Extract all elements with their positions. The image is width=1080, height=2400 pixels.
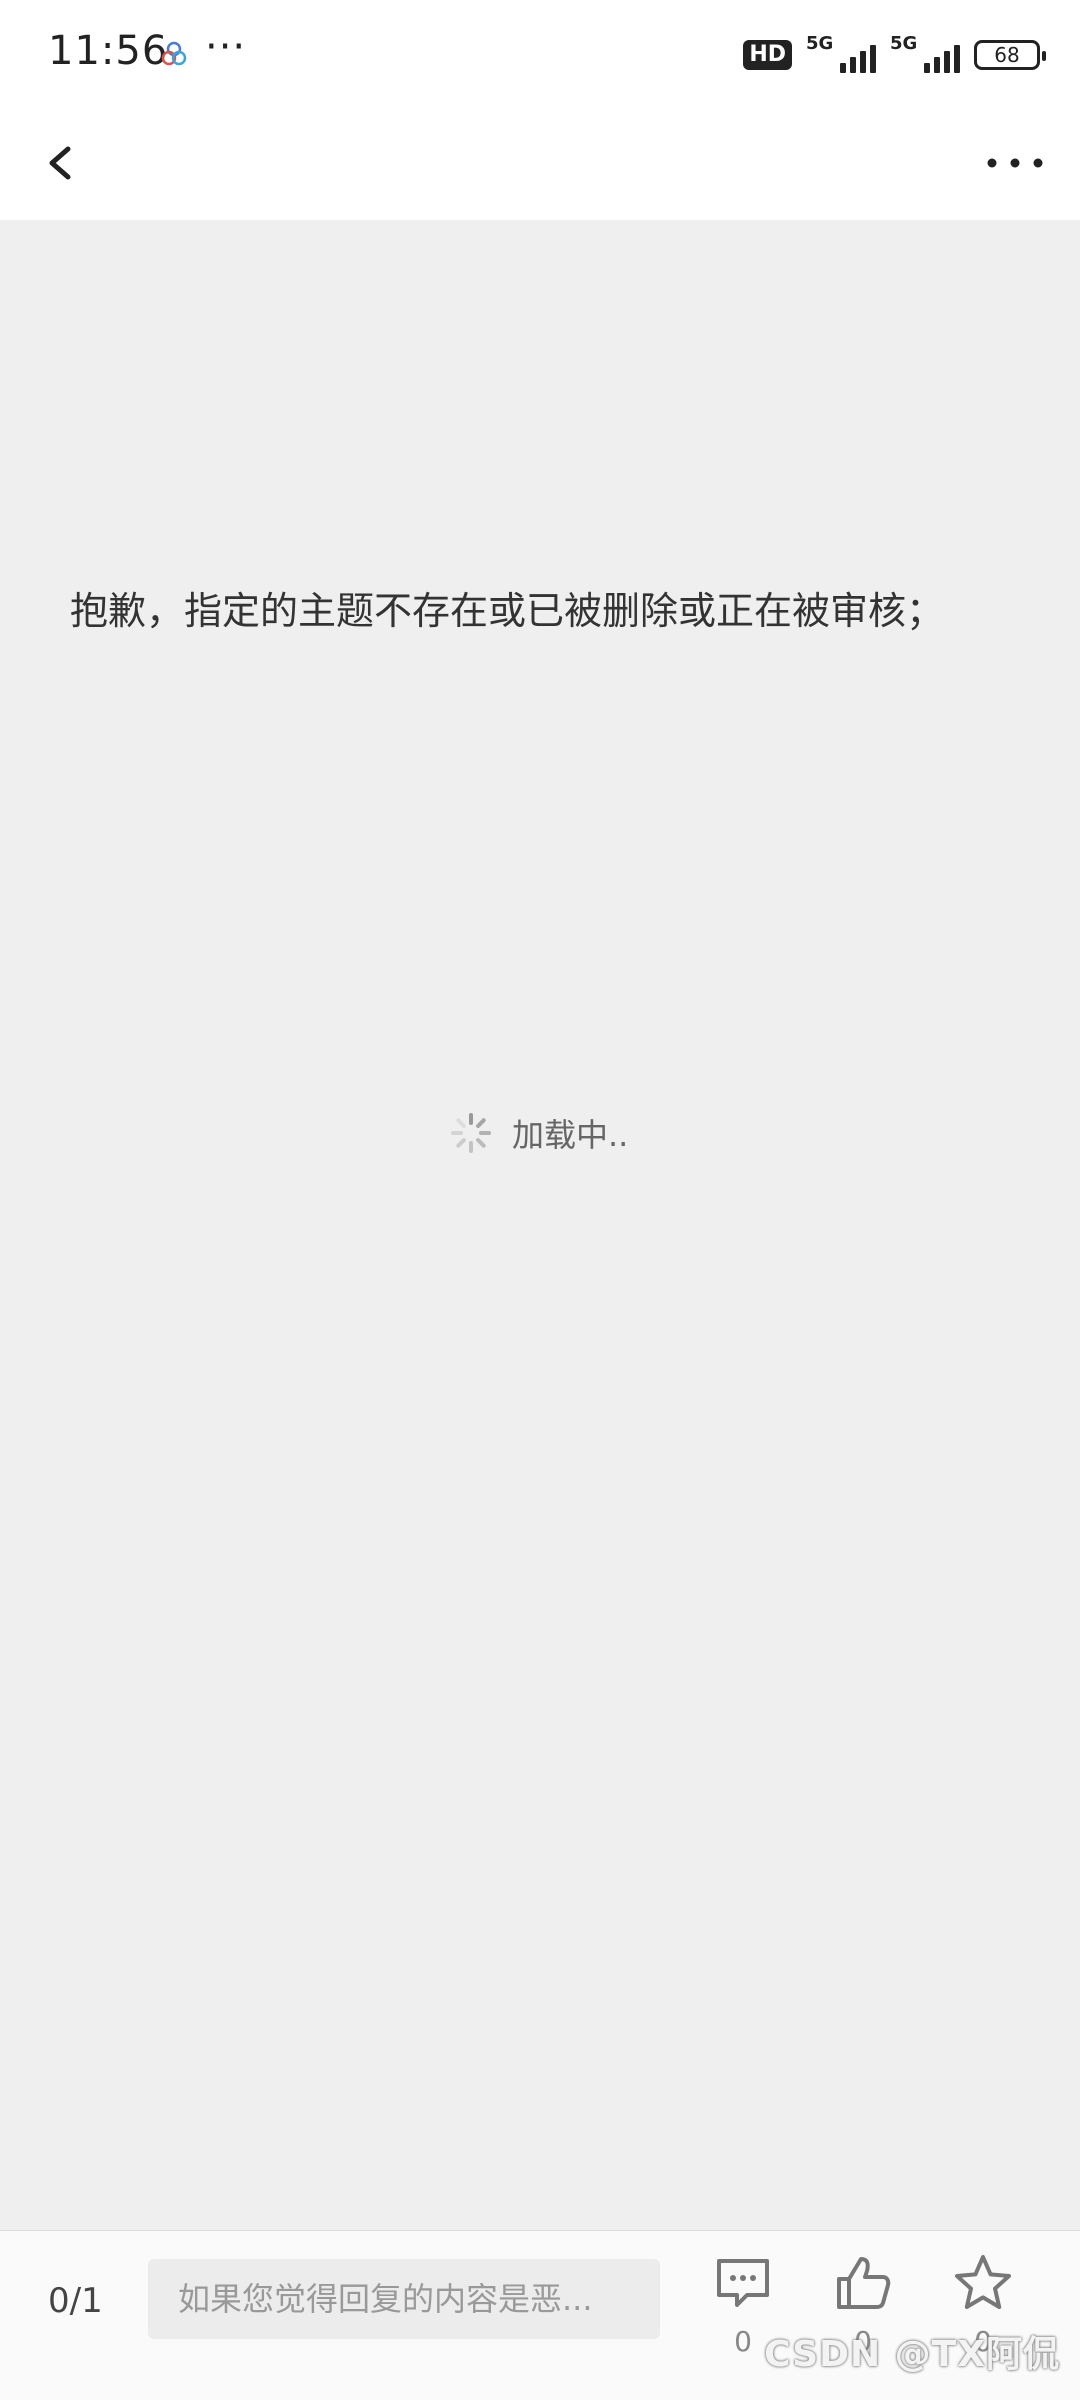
- signal-sim1-icon: 5G: [806, 33, 876, 77]
- thumbs-up-icon: [837, 2257, 891, 2309]
- signal-sim2-icon: 5G: [890, 33, 960, 77]
- reply-input[interactable]: 如果您觉得回复的内容是恶...: [148, 2259, 660, 2339]
- status-more-icon: ···: [205, 24, 247, 70]
- loading-text: 加载中..: [512, 1116, 629, 1154]
- battery-level: 68: [994, 43, 1020, 67]
- status-indicators: HD 5G 5G 68: [743, 30, 1046, 80]
- spinner-icon: [451, 1113, 491, 1153]
- page-counter[interactable]: 0/1: [48, 2281, 103, 2321]
- watermark: CSDN @TX阿侃: [764, 2334, 1060, 2375]
- network-type-sim1: 5G: [806, 33, 834, 54]
- nav-bar: [0, 105, 1080, 220]
- loading-indicator: 加载中..: [450, 1108, 628, 1158]
- hd-voice-badge: HD: [743, 40, 792, 70]
- comment-icon: [717, 2259, 769, 2307]
- status-time: 11:56: [48, 28, 169, 74]
- more-horizontal-icon[interactable]: [980, 133, 1050, 193]
- network-type-sim2: 5G: [890, 33, 918, 54]
- chevron-left-icon[interactable]: [32, 133, 92, 193]
- app-notification-icon: [161, 41, 187, 66]
- page: 11:56 ··· HD 5G 5G 68 抱歉，指定的主题不存在或已被删除或正…: [0, 0, 1080, 2400]
- error-message: 抱歉，指定的主题不存在或已被删除或正在被审核；: [70, 589, 945, 633]
- star-icon: [955, 2255, 1011, 2309]
- battery-icon: 68: [974, 40, 1046, 70]
- status-bar: 11:56 ··· HD 5G 5G 68: [0, 0, 1080, 105]
